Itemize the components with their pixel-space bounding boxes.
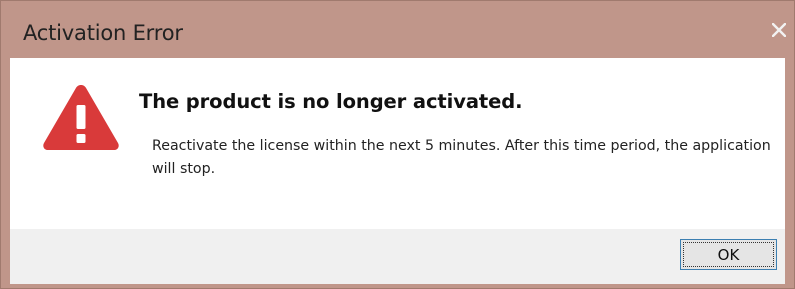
error-message: Reactivate the license within the next 5… xyxy=(152,138,771,177)
close-icon xyxy=(772,23,786,37)
message-area: The product is no longer activated. Reac… xyxy=(10,58,785,229)
ok-button[interactable]: OK xyxy=(680,239,777,270)
dialog-body: The product is no longer activated. Reac… xyxy=(10,58,785,284)
ok-button-label: OK xyxy=(683,242,774,267)
title-bar[interactable]: Activation Error xyxy=(1,1,794,57)
button-bar: OK xyxy=(10,229,785,284)
dialog-window: Activation Error The product is no longe… xyxy=(0,0,795,289)
error-heading: The product is no longer activated. xyxy=(139,90,523,113)
warning-triangle-icon xyxy=(43,85,119,150)
close-button[interactable] xyxy=(764,15,794,45)
window-title: Activation Error xyxy=(23,21,183,45)
